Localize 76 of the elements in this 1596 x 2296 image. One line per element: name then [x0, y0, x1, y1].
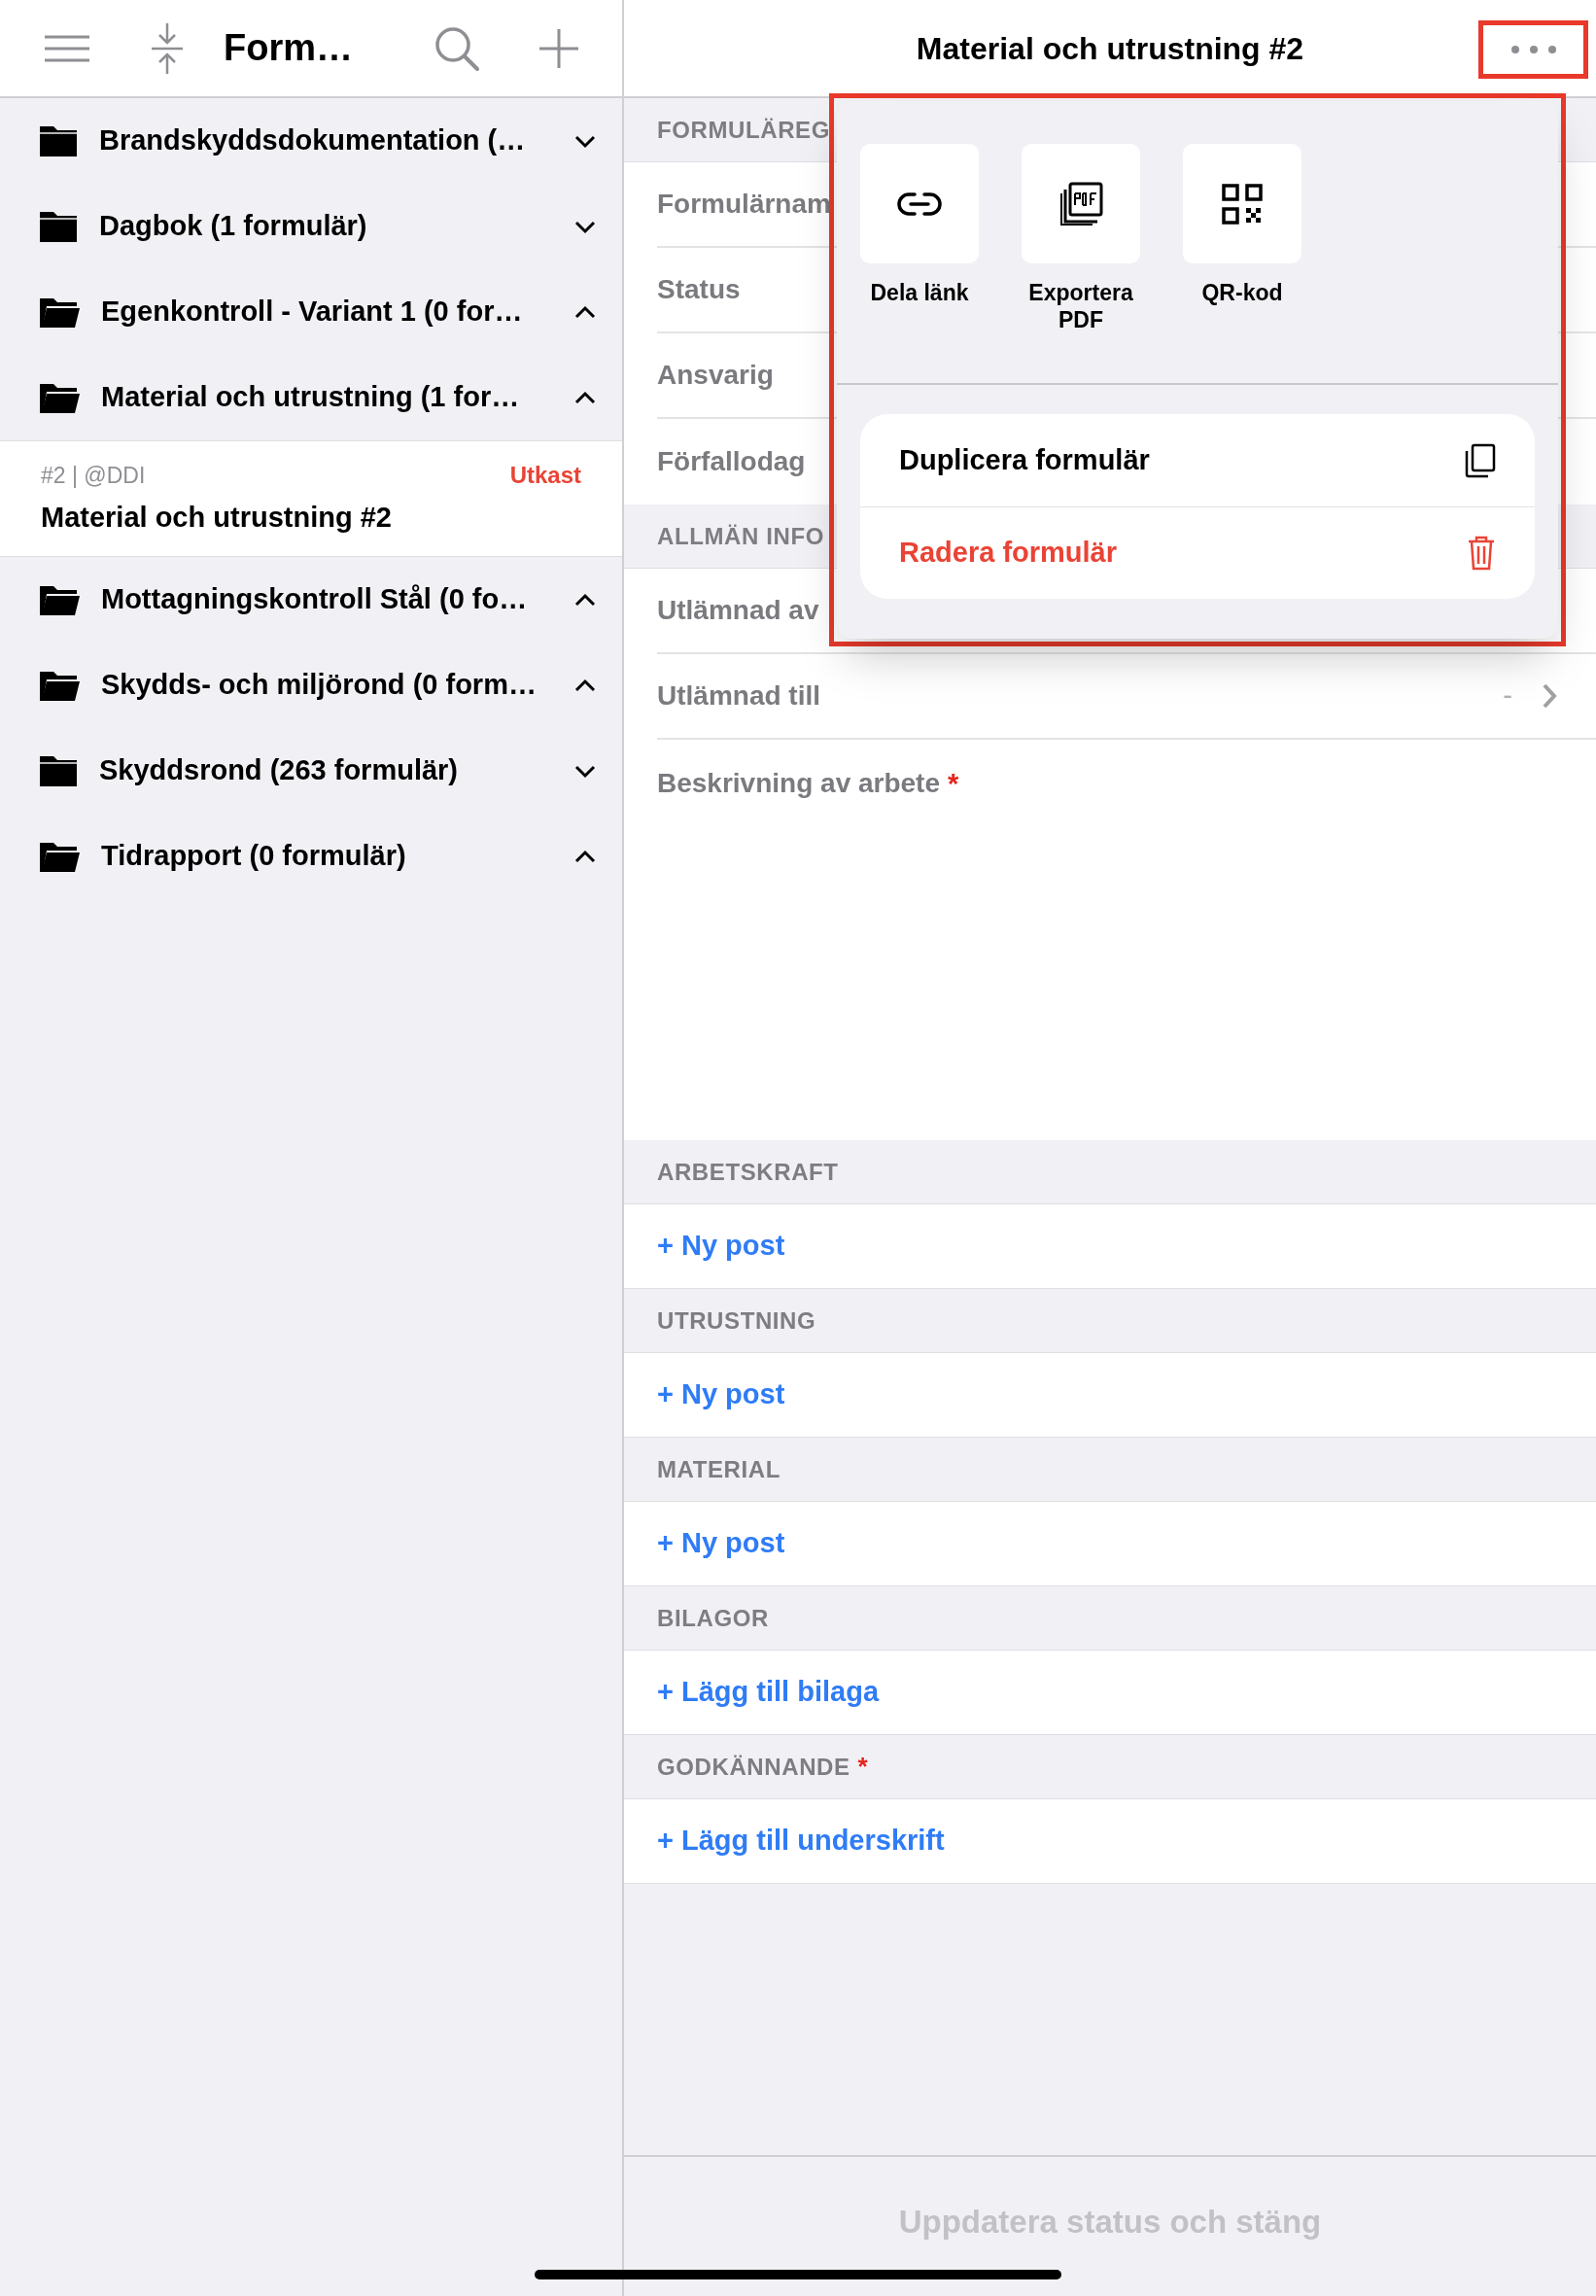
folder-icon [39, 754, 78, 787]
field-label: Utlämnad till [657, 679, 820, 713]
add-link[interactable]: + Lägg till bilaga [657, 1671, 879, 1714]
field-value: - [1503, 678, 1512, 713]
menu-action[interactable]: Duplicera formulär [860, 414, 1535, 506]
menu-icon[interactable] [43, 33, 91, 63]
required-mark: * [948, 767, 959, 801]
menu-action[interactable]: Radera formulär [860, 506, 1535, 599]
text-area[interactable]: Beskrivning av arbete * [657, 740, 1596, 1140]
form-meta: #2 | @DDI [41, 462, 146, 490]
folder-icon [39, 210, 78, 243]
link-icon [897, 191, 942, 217]
section-title: ALLMÄN INFO [657, 521, 824, 551]
field-label: Utlämnad av [657, 594, 819, 627]
folder-label: Brandskyddsdokumentation (… [99, 123, 526, 158]
folder-row[interactable]: Skydds- och miljörond (0 form… [0, 643, 622, 728]
folder-row[interactable]: Tidrapport (0 formulär) [0, 814, 622, 899]
folder-label: Tidrapport (0 formulär) [101, 839, 406, 874]
chevron-icon[interactable] [573, 677, 597, 694]
chevron-icon[interactable] [573, 389, 597, 406]
folder-row[interactable]: Dagbok (1 formulär) [0, 184, 622, 269]
chevron-icon[interactable] [573, 303, 597, 321]
folder-icon [39, 840, 80, 873]
chevron-icon[interactable] [573, 848, 597, 865]
search-icon[interactable] [434, 24, 480, 72]
copy-icon [1463, 442, 1496, 478]
add-icon[interactable] [538, 27, 579, 69]
section-title: ARBETSKRAFT [657, 1157, 839, 1187]
add-link[interactable]: + Ny post [657, 1522, 785, 1565]
field-label: Status [657, 273, 741, 306]
status-label: Utkast [509, 461, 581, 491]
chevron-icon [1542, 682, 1557, 710]
share-tile[interactable] [1183, 144, 1301, 263]
form-list-title: Material och utrustning #2 [41, 501, 393, 536]
tile-label: Dela länk [869, 279, 970, 306]
section-title: UTRUSTNING [657, 1305, 816, 1336]
add-link[interactable]: + Lägg till underskrift [657, 1820, 945, 1862]
folder-icon [39, 669, 80, 702]
form-list-item[interactable]: #2 | @DDI Utkast Material och utrustning #2 [0, 440, 622, 557]
folder-label: Skyddsrond (263 formulär) [99, 753, 459, 788]
folder-label: Dagbok (1 formulär) [99, 209, 367, 244]
folder-row[interactable]: Brandskyddsdokumentation (… [0, 98, 622, 184]
field-label: Beskrivning av arbete [657, 767, 941, 800]
folder-row[interactable]: Egenkontroll - Variant 1 (0 for… [0, 269, 622, 355]
folder-icon [39, 296, 80, 329]
folder-label: Material och utrustning (1 for… [101, 380, 520, 415]
folder-row[interactable]: Skyddsrond (263 formulär) [0, 728, 622, 814]
folder-icon [39, 381, 80, 414]
folder-icon [39, 124, 78, 157]
folder-icon [39, 583, 80, 616]
trash-icon [1467, 536, 1496, 571]
folder-label: Skydds- och miljörond (0 form… [101, 668, 537, 703]
section-title: FORMULÄREG [657, 115, 830, 145]
section-title: MATERIAL [657, 1454, 781, 1484]
chevron-icon[interactable] [573, 591, 597, 609]
required-mark: * [857, 1751, 868, 1783]
tile-label: QR-kod [1200, 279, 1284, 306]
sidebar-title: Form… [224, 26, 353, 70]
share-tile[interactable] [1022, 144, 1140, 263]
form-title: Material och utrustning #2 [916, 29, 1304, 68]
share-tile[interactable] [860, 144, 979, 263]
folder-row[interactable]: Mottagningskontroll Stål (0 fo… [0, 557, 622, 643]
field-label: Formulärnam [657, 188, 831, 221]
tile-label: Exportera PDF [1027, 279, 1134, 333]
folder-label: Mottagningskontroll Stål (0 fo… [101, 582, 528, 617]
folder-row[interactable]: Material och utrustning (1 for… [0, 355, 622, 440]
section-title: BILAGOR [657, 1603, 769, 1633]
more-icon[interactable] [1509, 45, 1557, 54]
add-link[interactable]: + Ny post [657, 1225, 785, 1268]
collapse-icon[interactable] [150, 20, 185, 76]
add-link[interactable]: + Ny post [657, 1374, 785, 1416]
folder-label: Egenkontroll - Variant 1 (0 for… [101, 295, 523, 330]
field-label: Ansvarig [657, 359, 774, 392]
section-title: GODKÄNNANDE [657, 1752, 850, 1782]
document-stack-icon [1058, 181, 1103, 226]
qr-code-icon [1222, 183, 1263, 225]
